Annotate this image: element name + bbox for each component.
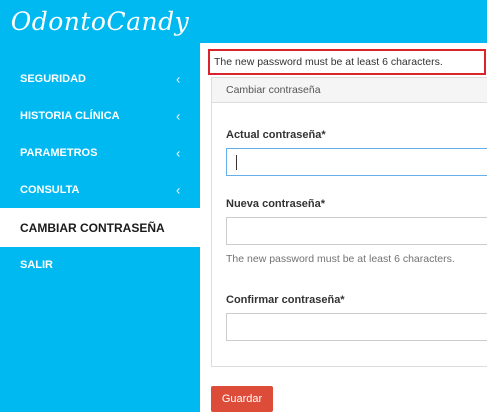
change-password-panel: Cambiar contraseña Actual contraseña* Nu… xyxy=(211,77,487,367)
panel-heading: Cambiar contraseña xyxy=(212,78,487,103)
new-password-help: The new password must be at least 6 char… xyxy=(226,253,455,265)
main-content: The new password must be at least 6 char… xyxy=(200,43,487,412)
save-button[interactable]: Guardar xyxy=(211,386,273,412)
top-bar: OdontoCandy xyxy=(0,0,487,43)
sidebar-item-salir[interactable]: SALIR xyxy=(0,246,200,283)
current-password-field[interactable] xyxy=(226,148,487,176)
sidebar-item-label: SEGURIDAD xyxy=(20,72,87,85)
new-password-field[interactable] xyxy=(226,217,487,245)
sidebar-item-cambiar-contrasena[interactable]: CAMBIAR CONTRASEÑA xyxy=(0,208,200,247)
sidebar-item-label: PARAMETROS xyxy=(20,146,98,159)
confirm-password-label: Confirmar contraseña* xyxy=(226,294,345,306)
alert-message: The new password must be at least 6 char… xyxy=(214,56,443,68)
chevron-left-icon: ‹ xyxy=(176,145,181,160)
sidebar: SEGURIDAD ‹ HISTORIA CLÍNICA ‹ PARAMETRO… xyxy=(0,43,200,412)
chevron-left-icon: ‹ xyxy=(176,108,181,123)
sidebar-item-label: HISTORIA CLÍNICA xyxy=(20,109,120,122)
sidebar-item-label: SALIR xyxy=(20,258,53,271)
chevron-left-icon: ‹ xyxy=(176,182,181,197)
sidebar-item-parametros[interactable]: PARAMETROS ‹ xyxy=(0,134,200,171)
sidebar-item-label: CONSULTA xyxy=(20,183,80,196)
app-logo[interactable]: OdontoCandy xyxy=(0,0,200,43)
chevron-left-icon: ‹ xyxy=(176,71,181,86)
current-password-label: Actual contraseña* xyxy=(226,129,326,141)
sidebar-item-historia-clinica[interactable]: HISTORIA CLÍNICA ‹ xyxy=(0,97,200,134)
sidebar-item-seguridad[interactable]: SEGURIDAD ‹ xyxy=(0,60,200,97)
sidebar-item-consulta[interactable]: CONSULTA ‹ xyxy=(0,171,200,208)
validation-alert: The new password must be at least 6 char… xyxy=(208,49,486,75)
text-caret xyxy=(236,155,237,170)
new-password-label: Nueva contraseña* xyxy=(226,198,326,210)
confirm-password-field[interactable] xyxy=(226,313,487,341)
sidebar-item-label: CAMBIAR CONTRASEÑA xyxy=(20,220,165,235)
